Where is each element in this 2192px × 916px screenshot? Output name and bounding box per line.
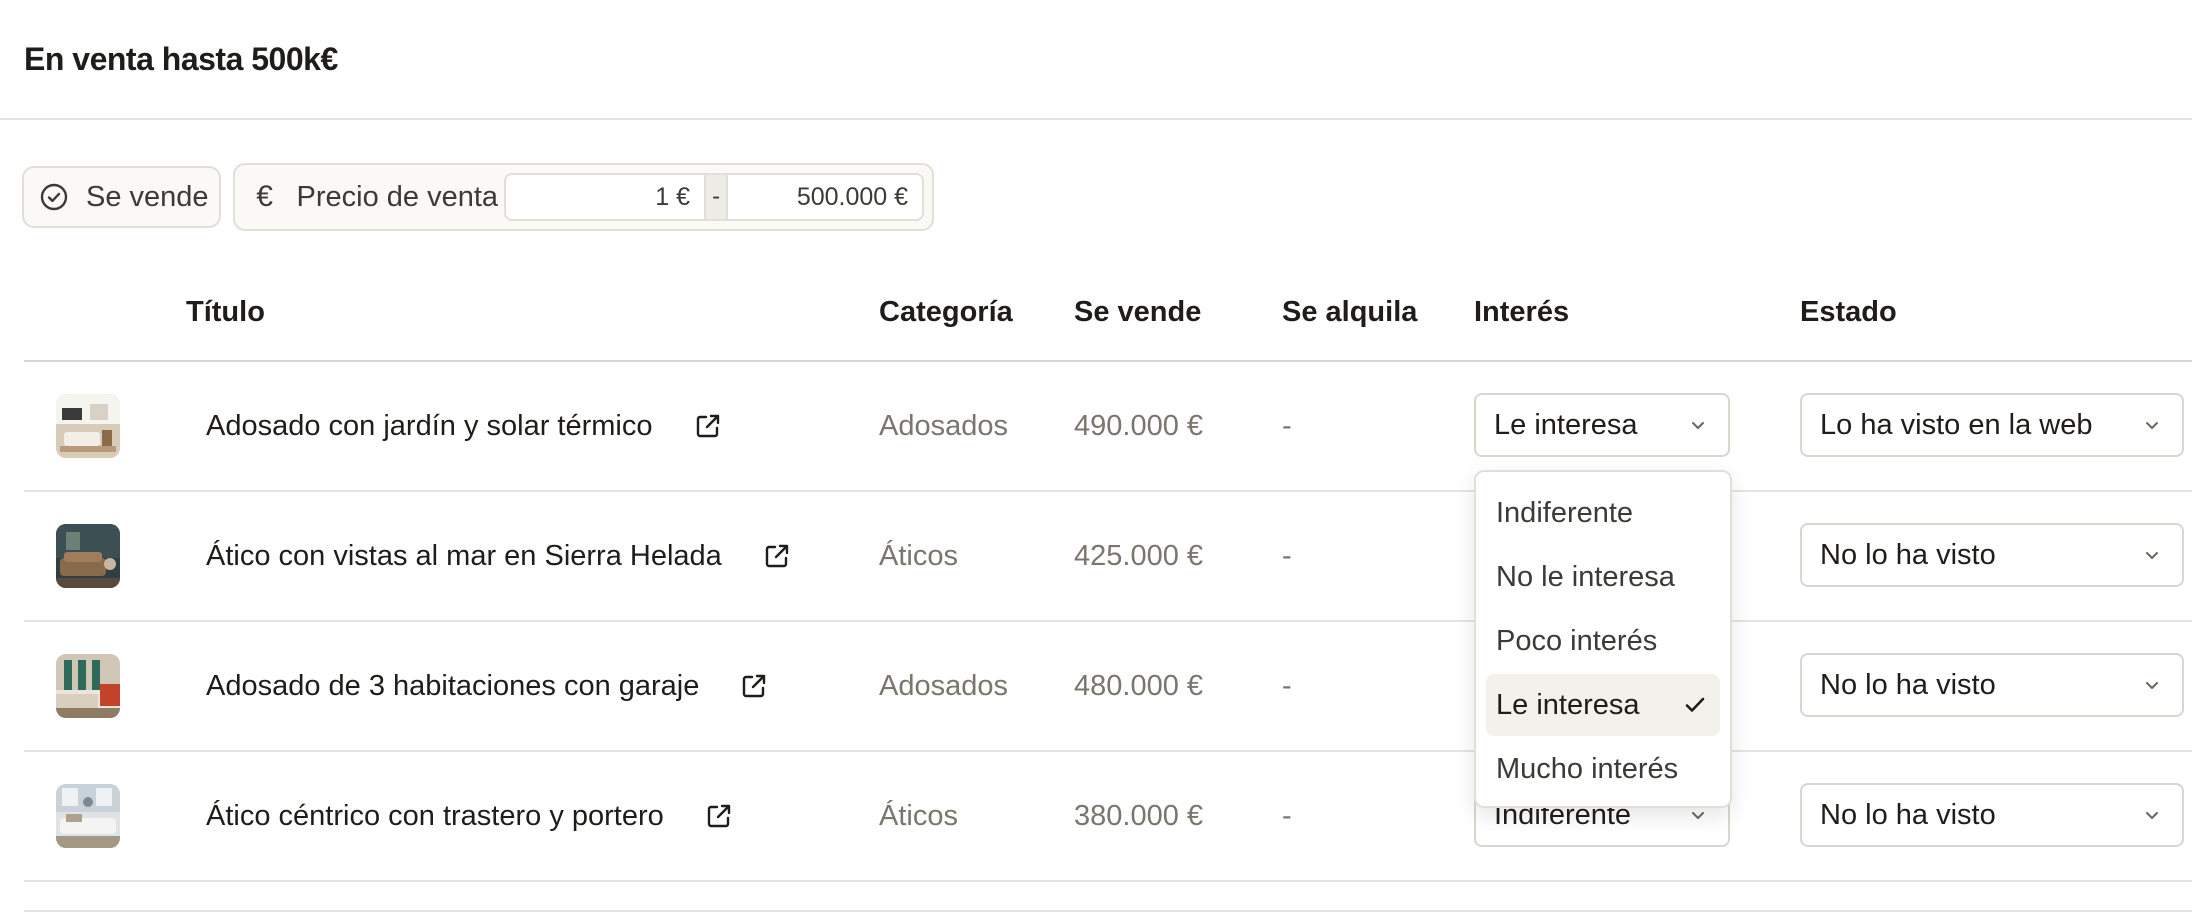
state-value: No lo ha visto	[1820, 668, 1996, 701]
table-header: Título Categoría Se vende Se alquila Int…	[24, 280, 2192, 362]
chevron-down-icon	[1688, 805, 1708, 825]
filter-bar: Se vende € Precio de venta -	[22, 163, 935, 231]
rent-price-cell: -	[1282, 799, 1292, 832]
state-select[interactable]: Lo ha visto en la web	[1800, 393, 2184, 457]
external-link-icon[interactable]	[741, 673, 767, 699]
price-filter-chip: € Precio de venta -	[232, 163, 935, 231]
chevron-down-icon	[2142, 675, 2162, 695]
rent-price-cell: -	[1282, 409, 1292, 442]
state-value: No lo ha visto	[1820, 538, 1996, 571]
rent-price-cell: -	[1282, 669, 1292, 702]
state-value: No lo ha visto	[1820, 798, 1996, 831]
check-circle-icon	[38, 181, 70, 213]
option-label: Le interesa	[1496, 688, 1640, 721]
property-thumbnail[interactable]	[56, 524, 120, 588]
table-row[interactable]: Adosado de 3 habitaciones con garaje Ado…	[24, 622, 2192, 752]
interest-value: Le interesa	[1494, 408, 1638, 441]
column-header-sale[interactable]: Se vende	[1074, 296, 1201, 329]
external-link-icon[interactable]	[695, 413, 721, 439]
interest-option-poco-interes[interactable]: Poco interés	[1486, 610, 1720, 672]
column-header-state[interactable]: Estado	[1800, 296, 1897, 329]
category-cell: Adosados	[879, 409, 1008, 442]
external-link-icon[interactable]	[706, 803, 732, 829]
page-title: En venta hasta 500k€	[24, 40, 338, 77]
interest-option-le-interesa[interactable]: Le interesa	[1486, 674, 1720, 736]
title-cell: Ático con vistas al mar en Sierra Helada	[206, 492, 790, 620]
table-bottom-divider	[24, 910, 2192, 912]
checkmark-icon	[1682, 692, 1708, 718]
chevron-down-icon	[1688, 415, 1708, 435]
chevron-down-icon	[2142, 415, 2162, 435]
interest-option-no-le-interesa[interactable]: No le interesa	[1486, 546, 1720, 608]
price-min-input[interactable]	[506, 175, 705, 219]
rent-price-cell: -	[1282, 539, 1292, 572]
category-cell: Áticos	[879, 539, 958, 572]
column-header-rent[interactable]: Se alquila	[1282, 296, 1417, 329]
option-label: Indiferente	[1496, 496, 1634, 529]
option-label: No le interesa	[1496, 560, 1675, 593]
price-range-separator: -	[704, 175, 729, 219]
page-header: En venta hasta 500k€	[0, 0, 2192, 120]
sale-price-cell: 380.000 €	[1074, 799, 1204, 832]
table-row[interactable]: Adosado con jardín y solar térmico Adosa…	[24, 362, 2192, 492]
state-select[interactable]: No lo ha visto	[1800, 653, 2184, 717]
price-range: -	[504, 173, 925, 221]
interest-select[interactable]: Le interesa	[1474, 393, 1730, 457]
table-row[interactable]: Ático céntrico con trastero y portero Át…	[24, 752, 2192, 882]
title-cell: Adosado con jardín y solar térmico	[206, 362, 721, 490]
category-cell: Áticos	[879, 799, 958, 832]
status-filter-label: Se vende	[86, 180, 209, 213]
interest-option-indiferente[interactable]: Indiferente	[1486, 482, 1720, 544]
euro-icon: €	[256, 180, 273, 213]
interest-dropdown-menu: Indiferente No le interesa Poco interés …	[1474, 470, 1732, 808]
table-row[interactable]: Ático con vistas al mar en Sierra Helada…	[24, 492, 2192, 622]
property-title[interactable]: Ático céntrico con trastero y portero	[206, 800, 664, 833]
property-thumbnail[interactable]	[56, 654, 120, 718]
title-cell: Ático céntrico con trastero y portero	[206, 752, 732, 880]
chevron-down-icon	[2142, 545, 2162, 565]
property-thumbnail[interactable]	[56, 394, 120, 458]
property-title[interactable]: Adosado de 3 habitaciones con garaje	[206, 670, 699, 703]
title-cell: Adosado de 3 habitaciones con garaje	[206, 622, 767, 750]
price-filter-label: Precio de venta	[296, 180, 499, 213]
option-label: Mucho interés	[1496, 752, 1679, 785]
sale-price-cell: 425.000 €	[1074, 539, 1204, 572]
chevron-down-icon	[2142, 805, 2162, 825]
property-title[interactable]: Adosado con jardín y solar térmico	[206, 410, 653, 443]
state-select[interactable]: No lo ha visto	[1800, 523, 2184, 587]
property-title[interactable]: Ático con vistas al mar en Sierra Helada	[206, 540, 722, 573]
category-cell: Adosados	[879, 669, 1008, 702]
property-thumbnail[interactable]	[56, 784, 120, 848]
sale-price-cell: 490.000 €	[1074, 409, 1204, 442]
column-header-category[interactable]: Categoría	[879, 296, 1013, 329]
sale-price-cell: 480.000 €	[1074, 669, 1204, 702]
column-header-title[interactable]: Título	[186, 296, 265, 329]
interest-option-mucho-interes[interactable]: Mucho interés	[1486, 738, 1720, 800]
column-header-interest[interactable]: Interés	[1474, 296, 1569, 329]
option-label: Poco interés	[1496, 624, 1658, 657]
status-filter-chip[interactable]: Se vende	[22, 166, 221, 228]
external-link-icon[interactable]	[764, 543, 790, 569]
price-max-input[interactable]	[728, 175, 923, 219]
state-value: Lo ha visto en la web	[1820, 408, 2093, 441]
state-select[interactable]: No lo ha visto	[1800, 783, 2184, 847]
